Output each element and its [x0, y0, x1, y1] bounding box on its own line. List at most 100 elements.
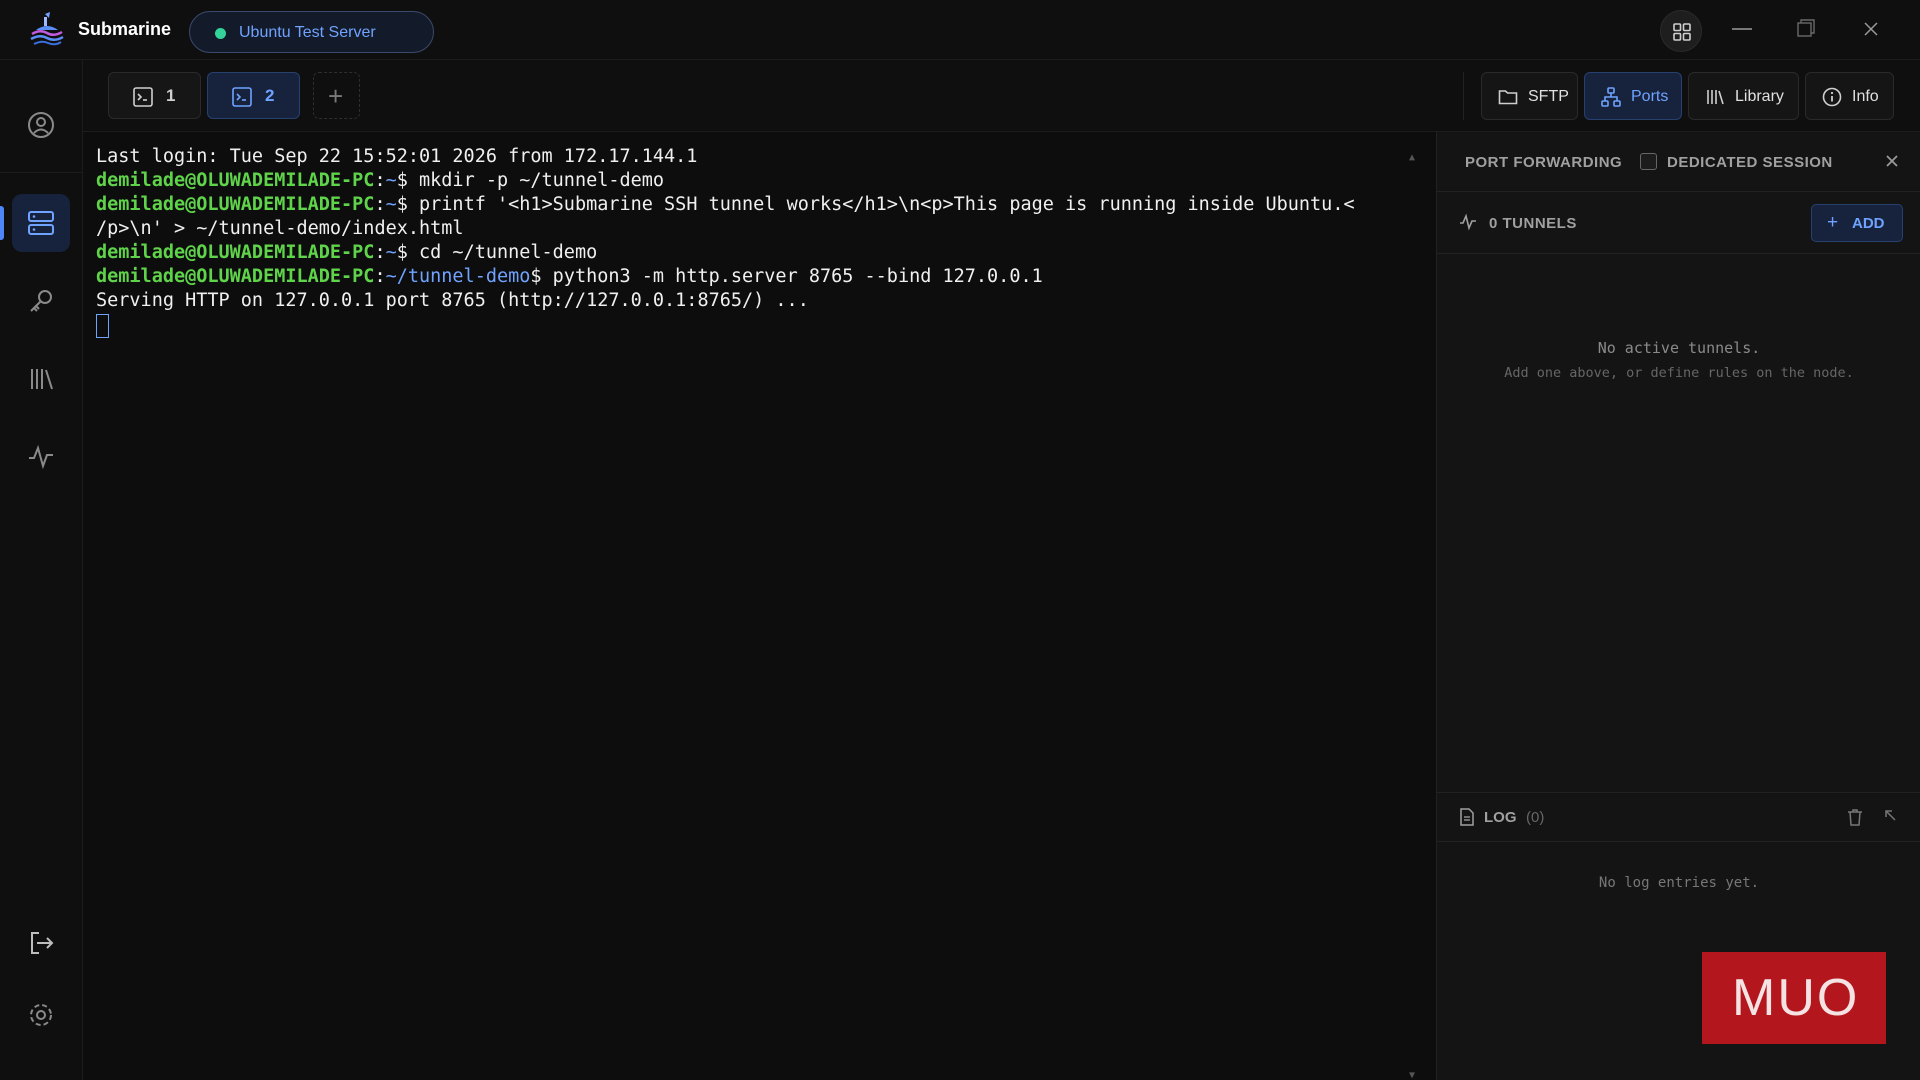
terminal-line: demilade@OLUWADEMILADE-PC:~$ cd ~/tunnel…	[96, 242, 598, 263]
network-icon	[1601, 87, 1621, 107]
dedicated-session-checkbox[interactable]	[1640, 153, 1657, 170]
terminal-line: /p>\n' > ~/tunnel-demo/index.html	[96, 218, 464, 239]
workspace-grid-button[interactable]	[1660, 10, 1702, 52]
minimize-button[interactable]	[1724, 14, 1760, 44]
log-header: LOG (0)	[1437, 792, 1920, 842]
info-label: Info	[1852, 88, 1879, 105]
close-window-button[interactable]	[1853, 14, 1889, 44]
panel-header: PORT FORWARDING DEDICATED SESSION	[1437, 132, 1920, 192]
terminal-line: demilade@OLUWADEMILADE-PC:~$ mkdir -p ~/…	[96, 170, 665, 191]
prompt-path: ~	[385, 170, 397, 191]
settings-icon	[30, 1004, 52, 1026]
prompt-user: demilade@OLUWADEMILADE-PC	[96, 194, 375, 215]
prompt-path: ~	[385, 242, 397, 263]
library-icon	[1707, 90, 1724, 105]
log-count: (0)	[1526, 809, 1545, 826]
watermark-text: MUO	[1732, 969, 1860, 1027]
server-name: Ubuntu Test Server	[239, 24, 376, 41]
command-text: cd ~/tunnel-demo	[407, 242, 598, 263]
rail-item-logout[interactable]	[12, 914, 70, 972]
sftp-label: SFTP	[1528, 88, 1569, 105]
collapse-icon[interactable]	[1883, 808, 1899, 824]
prompt-user: demilade@OLUWADEMILADE-PC	[96, 266, 375, 287]
scroll-up-icon[interactable]: ▲	[1409, 146, 1415, 170]
terminal-line: demilade@OLUWADEMILADE-PC:~$ printf '<h1…	[96, 194, 1355, 215]
server-selector[interactable]: Ubuntu Test Server	[189, 11, 434, 53]
terminal-line: Serving HTTP on 127.0.0.1 port 8765 (htt…	[96, 290, 809, 311]
restore-icon	[1797, 19, 1815, 37]
scroll-down-icon[interactable]: ▼	[1409, 1064, 1415, 1080]
terminal-line: Last login: Tue Sep 22 15:52:01 2026 fro…	[96, 146, 698, 167]
close-panel-icon[interactable]	[1880, 149, 1904, 173]
port-forwarding-panel: PORT FORWARDING DEDICATED SESSION 0 TUNN…	[1436, 132, 1920, 1080]
muo-watermark-logo: MUO	[1702, 952, 1886, 1044]
rail-item-keys[interactable]	[12, 272, 70, 330]
terminal-tab-label: 2	[265, 86, 275, 105]
terminal-tab-label: 1	[166, 86, 176, 105]
log-title: LOG	[1484, 809, 1517, 826]
servers-icon	[28, 211, 54, 235]
rail-item-settings[interactable]	[12, 986, 70, 1044]
terminal-tab-2[interactable]: 2	[207, 72, 300, 119]
prompt-path: ~	[385, 194, 397, 215]
document-icon	[1460, 808, 1474, 826]
logout-icon	[31, 932, 54, 954]
rail-item-account[interactable]	[12, 96, 70, 154]
rail-divider	[0, 172, 83, 173]
plus-icon: +	[328, 81, 344, 111]
active-rail-indicator	[0, 206, 4, 240]
prompt-char: $	[396, 170, 408, 191]
library-button[interactable]: Library	[1688, 72, 1799, 120]
rail-item-activity[interactable]	[12, 428, 70, 486]
command-text: printf '<h1>Submarine SSH tunnel works</…	[407, 194, 1355, 215]
close-icon	[1864, 22, 1878, 36]
left-navigation-rail	[0, 60, 83, 1080]
title-bar: Submarine Ubuntu Test Server	[0, 0, 1920, 60]
submarine-logo-icon	[30, 12, 64, 46]
folder-icon	[1498, 90, 1518, 105]
toolbar-divider	[1463, 72, 1464, 120]
add-tunnel-label: ADD	[1852, 215, 1885, 232]
library-label: Library	[1735, 88, 1784, 105]
terminal-cursor	[96, 314, 109, 338]
command-text: python3 -m http.server 8765 --bind 127.0…	[541, 266, 1043, 287]
prompt-char: $	[530, 266, 542, 287]
info-button[interactable]: Info	[1805, 72, 1894, 120]
activity-icon	[29, 444, 53, 470]
prompt-path: ~/tunnel-demo	[385, 266, 531, 287]
grid-icon	[1673, 23, 1691, 41]
terminal-tab-1[interactable]: 1	[108, 72, 201, 119]
minimize-icon	[1732, 28, 1752, 30]
terminal-output[interactable]: ▲ Last login: Tue Sep 22 15:52:01 2026 f…	[83, 132, 1434, 1080]
rail-item-library[interactable]	[12, 350, 70, 408]
prompt-user: demilade@OLUWADEMILADE-PC	[96, 170, 375, 191]
dedicated-session-label[interactable]: DEDICATED SESSION	[1667, 154, 1833, 171]
connection-status-dot	[215, 28, 226, 39]
empty-tunnels-title: No active tunnels.	[1597, 339, 1761, 357]
terminal-icon	[133, 87, 153, 107]
prompt-user: demilade@OLUWADEMILADE-PC	[96, 242, 375, 263]
empty-tunnels-hint: Add one above, or define rules on the no…	[1504, 365, 1854, 381]
terminal-line: demilade@OLUWADEMILADE-PC:~/tunnel-demo$…	[96, 266, 1043, 287]
log-empty-message: No log entries yet.	[1598, 875, 1760, 891]
prompt-char: $	[396, 242, 408, 263]
library-icon	[31, 369, 53, 390]
ports-label: Ports	[1631, 88, 1669, 105]
panel-title: PORT FORWARDING	[1465, 154, 1623, 171]
trash-icon[interactable]	[1847, 808, 1863, 826]
ports-button[interactable]: Ports	[1584, 72, 1682, 120]
key-icon	[30, 290, 52, 312]
tunnel-count: 0 TUNNELS	[1489, 215, 1577, 232]
prompt-char: $	[396, 194, 408, 215]
activity-icon	[1460, 213, 1476, 231]
terminal-icon	[232, 87, 252, 107]
add-tunnel-button[interactable]: + ADD	[1811, 204, 1903, 242]
sftp-button[interactable]: SFTP	[1481, 72, 1578, 120]
maximize-button[interactable]	[1787, 14, 1823, 44]
tunnels-header: 0 TUNNELS + ADD	[1437, 192, 1920, 254]
new-terminal-tab-button[interactable]: +	[313, 72, 360, 119]
plus-icon: +	[1827, 212, 1839, 233]
rail-item-servers[interactable]	[12, 194, 70, 252]
session-toolbar: 1 2 + SFTP Ports Library Info	[83, 60, 1920, 132]
info-icon	[1822, 87, 1842, 107]
